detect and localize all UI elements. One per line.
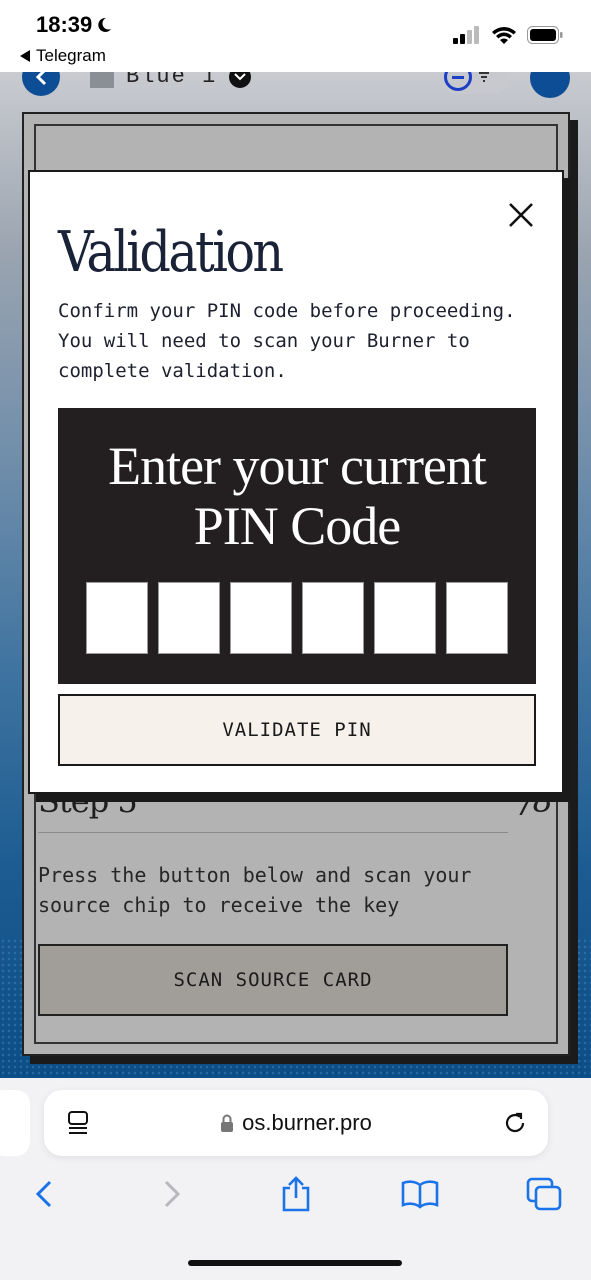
modal-description: Confirm your PIN code before proceeding.…: [58, 300, 516, 382]
step-divider: [38, 832, 508, 833]
web-content: Blue 1 Step 5 /8 Press the button below …: [0, 72, 591, 1078]
tabs-button[interactable]: [524, 1174, 564, 1214]
chevron-left-icon: [35, 1180, 52, 1208]
pin-digit-6[interactable]: [446, 582, 508, 654]
share-button[interactable]: [276, 1174, 316, 1214]
wallet-name: Blue 1: [126, 72, 218, 89]
forward-nav-button[interactable]: [152, 1174, 192, 1214]
reload-icon[interactable]: [502, 1110, 528, 1141]
refresh-button[interactable]: [530, 72, 570, 98]
close-button[interactable]: [506, 200, 536, 230]
status-bar: 18:39 Telegram: [0, 0, 591, 72]
pin-digit-4[interactable]: [302, 582, 364, 654]
wifi-icon: [492, 27, 516, 44]
browser-toolbar: [0, 1174, 591, 1218]
scan-source-card-button[interactable]: SCAN SOURCE CARD: [38, 944, 508, 1016]
tabs-icon: [526, 1177, 562, 1211]
url-text: os.burner.pro: [242, 1110, 372, 1135]
address-bar[interactable]: os.burner.pro: [44, 1090, 548, 1156]
pin-heading-line1: Enter your current: [108, 436, 487, 496]
home-indicator: [188, 1260, 402, 1266]
pin-digit-1[interactable]: [86, 582, 148, 654]
validation-modal: Validation Confirm your PIN code before …: [28, 170, 564, 794]
battery-icon: [527, 26, 563, 44]
chevron-left-icon: [35, 72, 47, 86]
pin-digit-5[interactable]: [374, 582, 436, 654]
validate-pin-button[interactable]: VALIDATE PIN: [58, 694, 536, 766]
book-icon: [401, 1180, 439, 1209]
back-app-label: Telegram: [36, 46, 106, 65]
pin-panel: Enter your current PIN Code: [58, 408, 536, 684]
network-selector[interactable]: [440, 72, 510, 94]
browser-chrome: os.burner.pro: [0, 1078, 591, 1280]
lock-icon: [221, 1114, 234, 1132]
modal-title: Validation: [58, 220, 284, 285]
app-header: Blue 1: [0, 72, 591, 112]
chevron-down-icon: [229, 72, 252, 88]
pin-heading-line2: PIN Code: [193, 496, 402, 556]
back-nav-button[interactable]: [24, 1174, 64, 1214]
previous-tab[interactable]: [0, 1090, 30, 1156]
status-icons: [453, 26, 563, 44]
step-description: Press the button below and scan your sou…: [38, 863, 472, 917]
moon-icon: [98, 17, 112, 32]
clock: 18:39: [36, 12, 112, 38]
wallet-selector[interactable]: Blue 1: [90, 72, 252, 89]
app-back-button[interactable]: [22, 72, 60, 96]
chevron-right-icon: [164, 1180, 181, 1208]
network-icon: [444, 72, 472, 91]
filter-icon: [479, 72, 489, 82]
back-triangle-icon: [20, 50, 30, 62]
back-to-app-link[interactable]: Telegram: [20, 46, 106, 66]
pin-heading: Enter your current PIN Code: [58, 436, 536, 556]
time-text: 18:39: [36, 12, 93, 37]
pin-digit-3[interactable]: [230, 582, 292, 654]
share-icon: [282, 1176, 310, 1212]
pin-input-group: [86, 582, 508, 654]
pin-digit-2[interactable]: [158, 582, 220, 654]
url-display: os.burner.pro: [44, 1090, 548, 1156]
bookmarks-button[interactable]: [400, 1174, 440, 1214]
close-icon: [509, 203, 533, 227]
wallet-color-icon: [90, 72, 114, 88]
signal-icon: [453, 26, 479, 44]
